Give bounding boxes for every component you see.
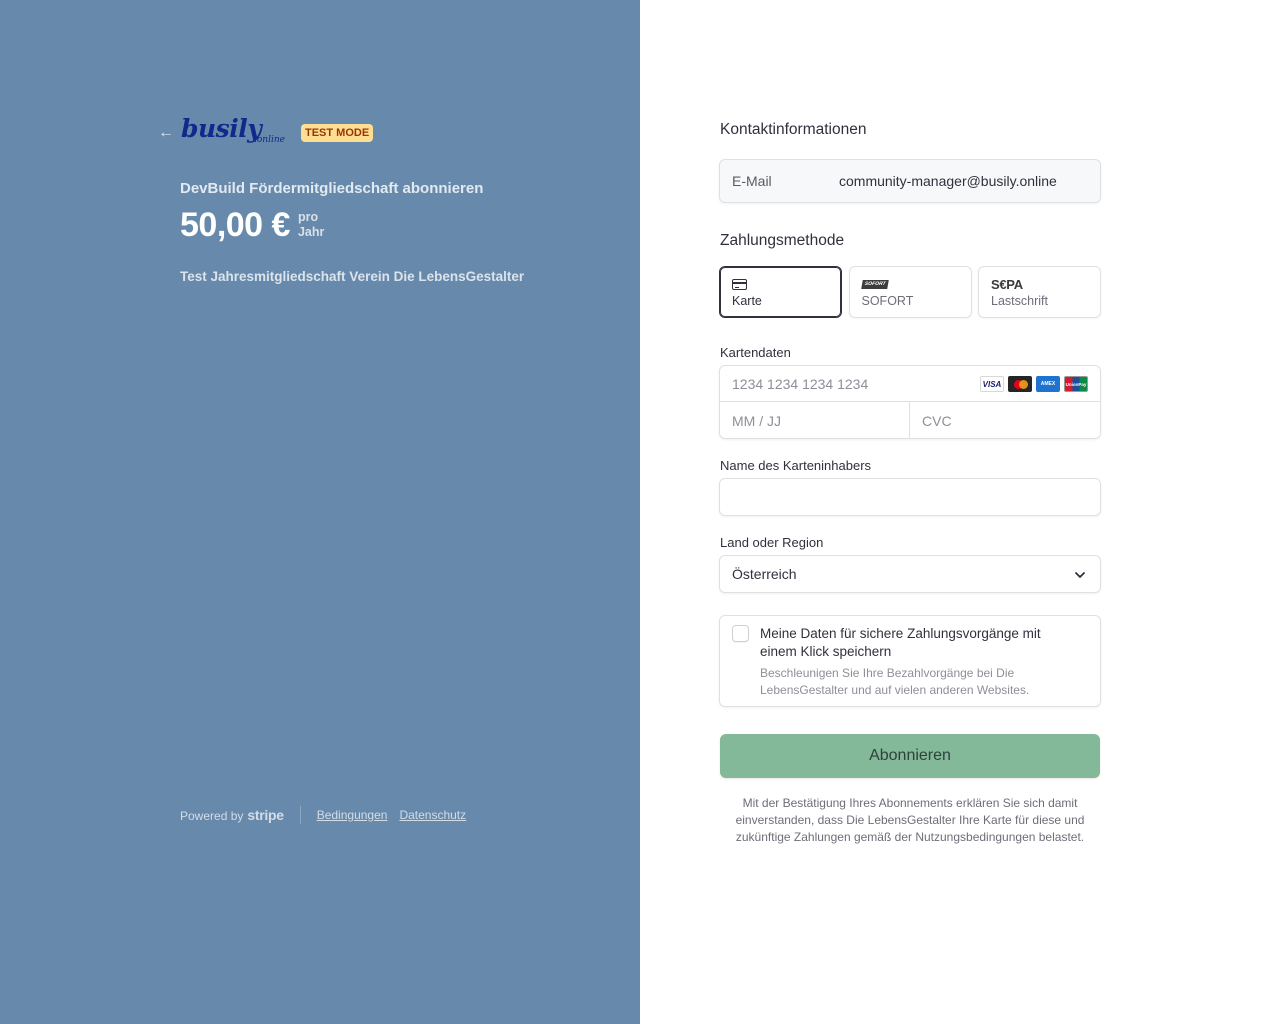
sepa-logo-icon: S€PA bbox=[991, 276, 1023, 292]
price-amount: 50,00 € bbox=[180, 206, 290, 244]
stripe-logo: stripe bbox=[247, 807, 284, 823]
contact-section-title: Kontaktinformationen bbox=[720, 121, 867, 138]
payment-method-tabs: Karte SOFORT SOFORT S€PA Lastschrift bbox=[719, 266, 1101, 318]
product-title: DevBuild Fördermitgliedschaft abonnieren bbox=[180, 180, 484, 197]
logo-wordmark: busily bbox=[181, 114, 262, 143]
order-summary-panel: ← busily .online TEST MODE DevBuild Förd… bbox=[0, 0, 640, 1024]
card-cvc-input[interactable]: CVC bbox=[910, 402, 1100, 439]
arrow-left-icon[interactable]: ← bbox=[158, 124, 174, 142]
subscribe-button[interactable]: Abonnieren bbox=[720, 734, 1100, 778]
card-details-group: 1234 1234 1234 1234 VISA AMEX UnionPay M… bbox=[719, 365, 1101, 439]
privacy-link[interactable]: Datenschutz bbox=[399, 808, 466, 822]
save-info-checkbox[interactable] bbox=[732, 625, 749, 642]
cardholder-label: Name des Karteninhabers bbox=[720, 458, 872, 473]
card-details-label: Kartendaten bbox=[720, 345, 791, 360]
unionpay-icon: UnionPay bbox=[1064, 376, 1088, 392]
save-info-box: Meine Daten für sichere Zahlungsvorgänge… bbox=[719, 615, 1101, 707]
country-select[interactable]: Österreich bbox=[719, 555, 1101, 593]
cardholder-name-input[interactable] bbox=[719, 478, 1101, 516]
product-description: Test Jahresmitgliedschaft Verein Die Leb… bbox=[180, 269, 525, 284]
card-expiry-input[interactable]: MM / JJ bbox=[720, 402, 910, 439]
tab-card[interactable]: Karte bbox=[719, 266, 842, 318]
email-value: community-manager@busily.online bbox=[839, 173, 1057, 189]
busily-logo[interactable]: busily .online bbox=[181, 114, 293, 150]
billing-interval-per: pro bbox=[297, 210, 319, 224]
billing-interval: pro Jahr bbox=[298, 210, 324, 240]
sofort-logo-icon: SOFORT bbox=[860, 279, 889, 289]
mastercard-icon bbox=[1008, 376, 1032, 392]
legal-notice: Mit der Bestätigung Ihres Abonnements er… bbox=[735, 796, 1085, 844]
amex-icon: AMEX bbox=[1036, 376, 1060, 392]
country-label: Land oder Region bbox=[720, 535, 824, 550]
save-info-subtitle: Beschleunigen Sie Ihre Bezahlvorgänge be… bbox=[760, 666, 1030, 697]
email-label: E-Mail bbox=[732, 173, 772, 189]
save-info-title: Meine Daten für sichere Zahlungsvorgänge… bbox=[760, 626, 1041, 659]
terms-link[interactable]: Bedingungen bbox=[317, 808, 388, 822]
tab-sepa[interactable]: S€PA Lastschrift bbox=[978, 266, 1101, 318]
email-field[interactable]: E-Mail community-manager@busily.online bbox=[719, 159, 1101, 203]
powered-by-stripe[interactable]: Powered by stripe bbox=[180, 807, 284, 823]
powered-by-label: Powered by bbox=[180, 809, 244, 823]
credit-card-icon bbox=[732, 278, 747, 290]
country-selected-value: Österreich bbox=[732, 566, 797, 582]
test-mode-badge: TEST MODE bbox=[301, 124, 374, 142]
payment-method-title: Zahlungsmethode bbox=[720, 232, 845, 249]
price-row: 50,00 € pro Jahr bbox=[180, 206, 324, 245]
billing-interval-unit: Jahr bbox=[297, 225, 325, 239]
chevron-down-icon bbox=[1075, 572, 1085, 578]
logo-suffix: .online bbox=[254, 135, 285, 145]
visa-icon: VISA bbox=[980, 376, 1004, 392]
card-brand-icons: VISA AMEX UnionPay bbox=[980, 376, 1088, 392]
tab-card-label: Karte bbox=[732, 294, 762, 308]
tab-sofort-label: SOFORT bbox=[861, 294, 914, 308]
tab-sepa-label: Lastschrift bbox=[991, 294, 1048, 308]
tab-sofort[interactable]: SOFORT SOFORT bbox=[848, 266, 972, 318]
brand-row: ← busily .online TEST MODE bbox=[158, 114, 374, 150]
footer-divider bbox=[299, 806, 301, 824]
footer: Powered by stripe Bedingungen Datenschut… bbox=[180, 806, 478, 824]
